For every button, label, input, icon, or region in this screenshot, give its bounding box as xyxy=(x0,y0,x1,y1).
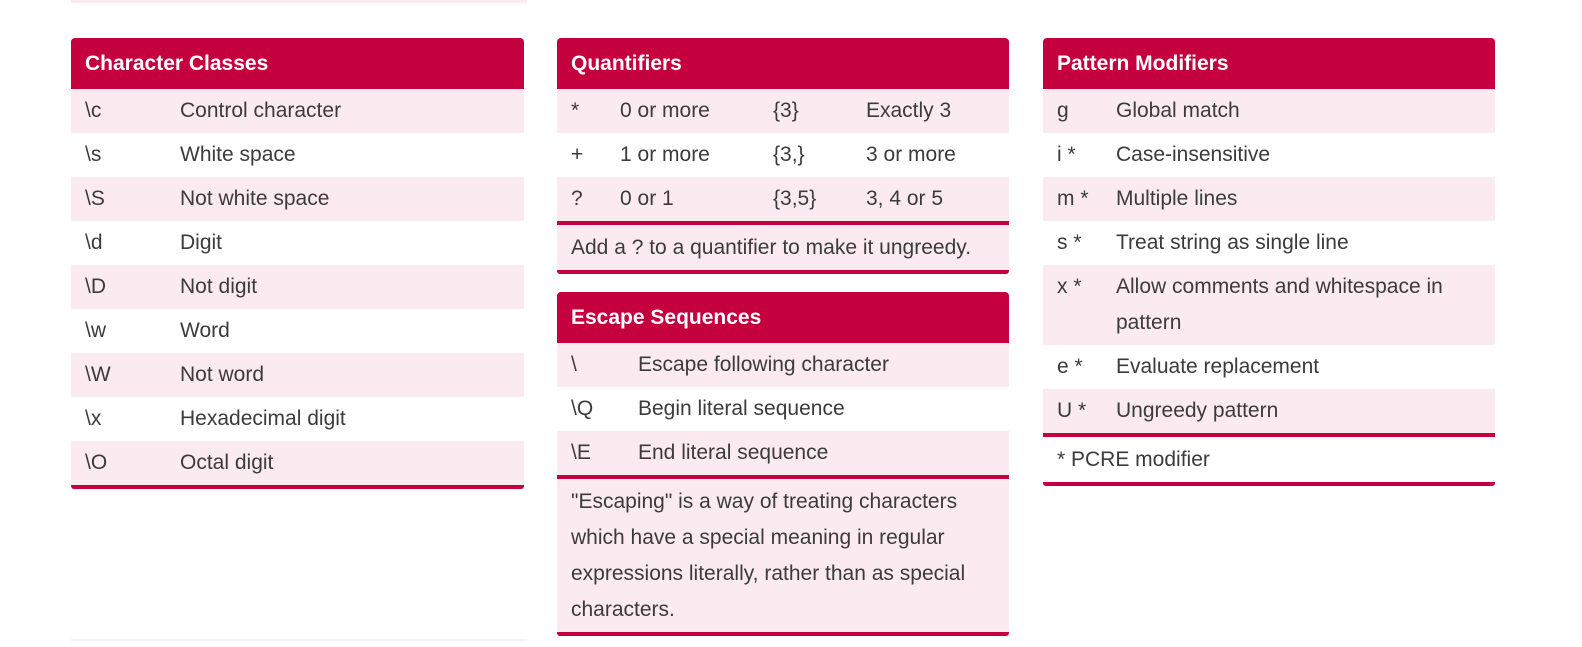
description-cell: Control character xyxy=(180,99,342,122)
table-row: * 0 or more {3} Exactly 3 xyxy=(557,89,1009,133)
escape-sequences-table: \ Escape following character \Q Begin liter… xyxy=(557,343,1009,475)
table-row: m * Multiple lines xyxy=(1043,177,1495,221)
description-cell: Treat string as single line xyxy=(1116,231,1349,254)
description-cell: Hexadecimal digit xyxy=(180,407,346,430)
description-cell: End literal sequence xyxy=(638,441,829,464)
table-row: \W Not word xyxy=(71,353,524,397)
description-cell: Escape following character xyxy=(638,353,889,376)
quantifiers-title: Quantifiers xyxy=(557,38,1009,89)
code-cell: g xyxy=(1057,99,1069,122)
code-cell: \c xyxy=(85,99,102,122)
description-cell: Ungreedy pattern xyxy=(1116,399,1279,422)
code-cell: \Q xyxy=(571,397,594,420)
description-cell: Octal digit xyxy=(180,451,274,474)
description-cell: Not digit xyxy=(180,275,258,298)
escape-sequences-card: Escape Sequences \ Escape following chara… xyxy=(557,292,1009,636)
table-row: x * Allow comments and whitespace in patt… xyxy=(1043,265,1495,345)
description-cell: Digit xyxy=(180,231,223,254)
table-row: \w Word xyxy=(71,309,524,353)
description-cell: White space xyxy=(180,143,296,166)
code-cell: x * xyxy=(1057,275,1082,298)
code-cell: \s xyxy=(85,143,102,166)
description-cell: Evaluate replacement xyxy=(1116,355,1320,378)
description-cell: Not word xyxy=(180,363,265,386)
symbol-cell: + xyxy=(571,143,584,166)
quantifiers-card: Quantifiers * 0 or more {3} Exactly 3 +1 or … xyxy=(557,38,1009,274)
description-cell: 3, 4 or 5 xyxy=(866,187,944,210)
table-row: \d Digit xyxy=(71,221,524,265)
code-cell: \E xyxy=(571,441,591,464)
description-cell: 0 or 1 xyxy=(620,187,674,210)
escape-sequences-title: Escape Sequences xyxy=(557,292,1009,343)
table-row: \D Not digit xyxy=(71,265,524,309)
bottom-divider xyxy=(71,639,527,641)
table-row: i * Case-insensitive xyxy=(1043,133,1495,177)
character-classes-table: \c Control character \s White space \S Not wh… xyxy=(71,89,524,485)
code-cell: e * xyxy=(1057,355,1083,378)
table-row: \ Escape following character xyxy=(557,343,1009,387)
code-cell: \D xyxy=(85,275,106,298)
character-classes-title: Character Classes xyxy=(71,38,524,89)
code-cell: U * xyxy=(1057,399,1087,422)
table-row: +1 or more {3,} 3 or more xyxy=(557,133,1009,177)
table-row: g Global match xyxy=(1043,89,1495,133)
description-cell: Not white space xyxy=(180,187,330,210)
table-row: \x Hexadecimal digit xyxy=(71,397,524,441)
description-cell: 3 or more xyxy=(866,143,956,166)
description-cell: Case-insensitive xyxy=(1116,143,1271,166)
table-row: \O Octal digit xyxy=(71,441,524,485)
pattern-modifiers-table: g Global match i * Case-insensitive m * Multi… xyxy=(1043,89,1495,433)
symbol-cell: * xyxy=(571,99,580,122)
table-row: U * Ungreedy pattern xyxy=(1043,389,1495,433)
code-cell: \x xyxy=(85,407,102,430)
description-cell: Begin literal sequence xyxy=(638,397,845,420)
code-cell: \O xyxy=(85,451,108,474)
code-cell: \S xyxy=(85,187,105,210)
code-cell: m * xyxy=(1057,187,1089,210)
code-cell: \w xyxy=(85,319,106,342)
symbol-cell: {3} xyxy=(773,99,799,122)
pattern-modifiers-note: * PCRE modifier xyxy=(1043,433,1495,482)
symbol-cell: ? xyxy=(571,187,583,210)
table-row: \c Control character xyxy=(71,89,524,133)
description-cell: Multiple lines xyxy=(1116,187,1238,210)
code-cell: s * xyxy=(1057,231,1082,254)
code-cell: i * xyxy=(1057,143,1076,166)
description-cell: Word xyxy=(180,319,230,342)
table-row: s * Treat string as single line xyxy=(1043,221,1495,265)
symbol-cell: {3,5} xyxy=(773,187,817,210)
code-cell: \d xyxy=(85,231,103,254)
symbol-cell: {3,} xyxy=(773,143,805,166)
description-cell: Exactly 3 xyxy=(866,99,952,122)
character-classes-card: Character Classes \c Control character \s W… xyxy=(71,38,524,489)
quantifiers-note: Add a ? to a quantifier to make it ungre… xyxy=(557,221,1009,270)
table-row: \S Not white space xyxy=(71,177,524,221)
table-row: ? 0 or 1 {3,5} 3, 4 or 5 xyxy=(557,177,1009,221)
pattern-modifiers-title: Pattern Modifiers xyxy=(1043,38,1495,89)
code-cell: \W xyxy=(85,363,111,386)
table-row: e * Evaluate replacement xyxy=(1043,345,1495,389)
description-cell: Allow comments and whitespace in pattern xyxy=(1116,275,1443,334)
escape-sequences-note: "Escaping" is a way of treating characte… xyxy=(557,475,1009,632)
top-divider xyxy=(71,0,527,3)
table-row: \Q Begin literal sequence xyxy=(557,387,1009,431)
pattern-modifiers-card: Pattern Modifiers g Global match i * Case-i… xyxy=(1043,38,1495,486)
code-cell: \ xyxy=(571,353,577,376)
description-cell: 0 or more xyxy=(620,99,710,122)
table-row: \s White space xyxy=(71,133,524,177)
quantifiers-table: * 0 or more {3} Exactly 3 +1 or more {3,} 3 or… xyxy=(557,89,1009,221)
table-row: \E End literal sequence xyxy=(557,431,1009,475)
description-cell: Global match xyxy=(1116,99,1240,122)
description-cell: 1 or more xyxy=(620,143,710,166)
